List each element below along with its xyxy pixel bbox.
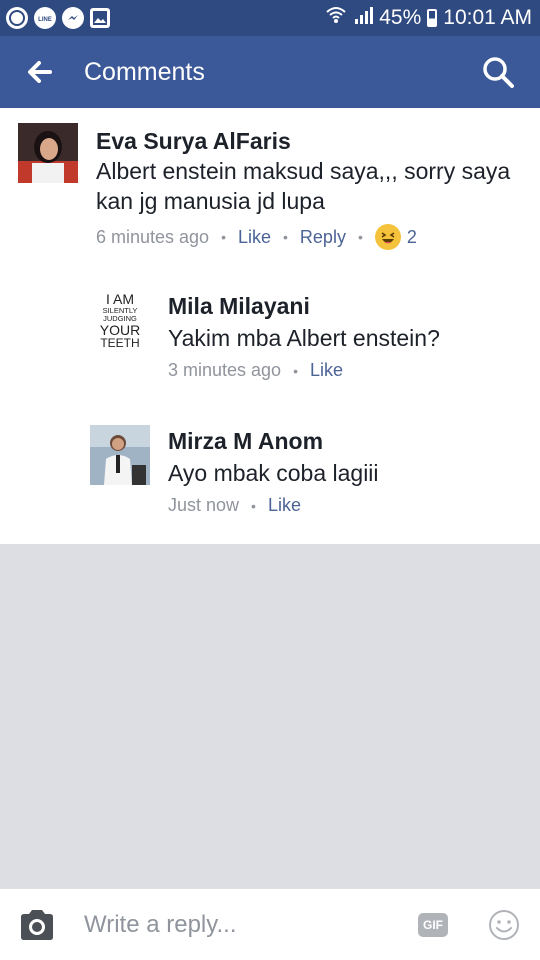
reactions-summary[interactable]: 2 bbox=[374, 224, 417, 250]
wifi-icon bbox=[325, 5, 347, 31]
signal-icon bbox=[353, 5, 374, 31]
gallery-icon bbox=[90, 8, 110, 28]
reply-button[interactable]: Reply bbox=[300, 227, 346, 248]
comment-author[interactable]: Eva Surya AlFaris bbox=[96, 128, 291, 155]
separator-dot: • bbox=[357, 229, 363, 245]
comment-text: Ayo mbak coba lagiii bbox=[168, 460, 379, 486]
whatsapp-icon bbox=[6, 7, 28, 29]
svg-text:LINE: LINE bbox=[38, 17, 52, 23]
comment-time: Just now bbox=[168, 495, 240, 515]
line-icon: LINE bbox=[34, 7, 56, 29]
app-header: Comments bbox=[0, 36, 540, 108]
clock: 10:01 AM bbox=[443, 6, 532, 29]
emoji-icon[interactable] bbox=[488, 909, 520, 941]
battery-icon bbox=[427, 9, 438, 27]
camera-icon[interactable] bbox=[18, 907, 56, 943]
separator-dot: • bbox=[251, 497, 256, 514]
avatar[interactable] bbox=[18, 123, 78, 183]
separator-dot: • bbox=[293, 362, 298, 379]
comment-author[interactable]: Mila Milayani bbox=[168, 293, 310, 320]
comment-time: 6 minutes ago bbox=[96, 226, 210, 247]
gif-button[interactable]: GIF bbox=[418, 913, 448, 937]
comment: Eva Surya AlFaris Albert enstein maksud … bbox=[0, 108, 540, 268]
avatar[interactable] bbox=[90, 425, 150, 485]
avatar-text: TEETH bbox=[100, 336, 139, 350]
comments-list: Eva Surya AlFaris Albert enstein maksud … bbox=[0, 108, 540, 544]
reply-input[interactable]: Write a reply... bbox=[84, 911, 236, 939]
messenger-icon bbox=[62, 7, 84, 29]
like-button[interactable]: Like bbox=[310, 360, 343, 381]
comment-meta: 3 minutes ago • Like bbox=[168, 360, 343, 381]
like-button[interactable]: Like bbox=[238, 227, 271, 248]
reply-comment: Mirza M Anom Ayo mbak coba lagiii Just n… bbox=[0, 413, 540, 543]
comment-text: Yakim mba Albert enstein? bbox=[168, 325, 440, 351]
comment-time: 3 minutes ago bbox=[168, 360, 282, 380]
comment-author[interactable]: Mirza M Anom bbox=[168, 428, 323, 455]
comment-text: Albert enstein maksud saya,,, sorry saya… bbox=[96, 158, 511, 214]
reply-comment: I AM SILENTLY JUDGING YOUR TEETH Mila Mi… bbox=[0, 278, 540, 408]
like-button[interactable]: Like bbox=[268, 495, 301, 516]
status-bar: LINE 45% 10:01 AM bbox=[0, 0, 540, 36]
back-arrow-icon[interactable] bbox=[22, 54, 58, 90]
reply-composer: Write a reply... GIF bbox=[0, 888, 540, 960]
separator-dot: • bbox=[283, 229, 288, 245]
comment-meta: 6 minutes ago • Like • Reply • 2 bbox=[96, 224, 417, 250]
reaction-count: 2 bbox=[406, 226, 417, 247]
separator-dot: • bbox=[221, 229, 226, 245]
avatar[interactable]: I AM SILENTLY JUDGING YOUR TEETH bbox=[90, 290, 150, 350]
page-title: Comments bbox=[84, 58, 205, 86]
battery-level: 45% bbox=[379, 6, 422, 29]
avatar-text: I AM bbox=[106, 291, 134, 307]
haha-emoji-icon bbox=[374, 224, 401, 250]
comment-meta: Just now • Like bbox=[168, 495, 301, 516]
search-icon[interactable] bbox=[480, 54, 516, 90]
